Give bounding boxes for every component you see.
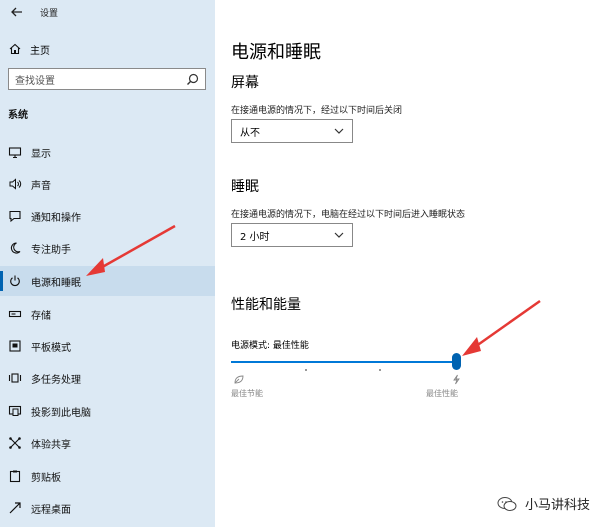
home-nav-item[interactable]: 主页	[8, 40, 50, 58]
project-icon	[8, 405, 22, 416]
moon-icon	[10, 242, 21, 254]
back-arrow-icon[interactable]	[10, 5, 24, 19]
remote-desktop-icon	[9, 502, 21, 514]
power-icon	[10, 275, 20, 287]
power-mode-slider-track[interactable]	[231, 361, 457, 363]
speaker-icon	[9, 178, 22, 190]
sidebar-item-label: 投影到此电脑	[31, 407, 91, 419]
wechat-icon	[497, 496, 517, 511]
section-label-system: 系统	[8, 110, 28, 121]
performance-heading: 性能和能量	[231, 297, 301, 313]
sidebar-item-label: 多任务处理	[31, 374, 81, 386]
power-mode-slider-thumb[interactable]	[452, 353, 461, 370]
sidebar-item-multitasking[interactable]: 多任务处理	[0, 363, 215, 393]
sidebar-item-project[interactable]: 投影到此电脑	[0, 396, 215, 426]
sidebar-item-label: 剪贴板	[31, 472, 61, 484]
sidebar-item-notifications[interactable]: 通知和操作	[0, 201, 215, 231]
sidebar-item-label: 体验共享	[31, 439, 71, 451]
sidebar-item-power-sleep[interactable]: 电源和睡眠	[0, 266, 215, 296]
page-title: 电源和睡眠	[231, 42, 321, 63]
screen-off-dropdown[interactable]: 从不	[231, 119, 353, 143]
home-label: 主页	[30, 45, 50, 57]
watermark: 小马讲科技	[497, 494, 590, 513]
sidebar-item-label: 通知和操作	[31, 212, 81, 224]
leaf-icon	[234, 375, 244, 384]
sidebar: 设置 主页 查找设置 系统 显示 声音 通知和操作 专注助手 电源和睡眠 存储 …	[0, 0, 215, 527]
window-title: 设置	[40, 8, 59, 19]
sleep-value: 2 小时	[240, 231, 270, 243]
watermark-text: 小马讲科技	[524, 498, 590, 513]
sidebar-item-label: 电源和睡眠	[31, 277, 81, 289]
monitor-icon	[8, 147, 22, 159]
slider-tick	[305, 369, 307, 371]
search-icon	[187, 73, 199, 85]
screen-heading: 屏幕	[231, 75, 259, 91]
search-input[interactable]: 查找设置	[8, 68, 206, 90]
sidebar-item-label: 存储	[31, 310, 51, 322]
tablet-icon	[9, 340, 21, 352]
best-performance-label: 最佳性能	[426, 389, 458, 398]
sidebar-item-label: 远程桌面	[31, 504, 71, 516]
sidebar-item-shared-experiences[interactable]: 体验共享	[0, 428, 215, 458]
main-content: 电源和睡眠 屏幕 在接通电源的情况下，经过以下时间后关闭 从不 睡眠 在接通电源…	[215, 0, 600, 527]
screen-off-value: 从不	[240, 127, 260, 139]
title-bar: 设置	[10, 5, 58, 19]
home-icon	[9, 43, 21, 55]
best-battery-label: 最佳节能	[231, 389, 263, 398]
sidebar-item-label: 平板模式	[31, 342, 71, 354]
slider-tick	[379, 369, 381, 371]
multitask-icon	[8, 373, 22, 383]
sleep-description: 在接通电源的情况下，电脑在经过以下时间后进入睡眠状态	[231, 210, 466, 220]
lightning-icon	[453, 374, 460, 385]
chevron-down-icon	[334, 128, 344, 134]
sleep-dropdown[interactable]: 2 小时	[231, 223, 353, 247]
sidebar-item-tablet-mode[interactable]: 平板模式	[0, 331, 215, 361]
share-icon	[9, 437, 21, 449]
sidebar-item-label: 显示	[31, 148, 51, 160]
power-mode-label: 电源模式: 最佳性能	[231, 341, 309, 351]
sidebar-item-label: 声音	[31, 180, 51, 192]
notification-icon	[9, 210, 21, 223]
sidebar-item-focus-assist[interactable]: 专注助手	[0, 233, 215, 263]
sidebar-item-display[interactable]: 显示	[0, 137, 215, 167]
screen-description: 在接通电源的情况下，经过以下时间后关闭	[231, 106, 403, 116]
sidebar-item-storage[interactable]: 存储	[0, 299, 215, 329]
sleep-heading: 睡眠	[231, 179, 259, 195]
sidebar-item-sound[interactable]: 声音	[0, 169, 215, 199]
sidebar-item-remote-desktop[interactable]: 远程桌面	[0, 493, 215, 523]
sidebar-item-label: 专注助手	[31, 244, 71, 256]
chevron-down-icon	[334, 232, 344, 238]
search-placeholder: 查找设置	[15, 75, 55, 87]
storage-icon	[8, 310, 22, 318]
sidebar-item-clipboard[interactable]: 剪贴板	[0, 461, 215, 491]
clipboard-icon	[9, 470, 21, 483]
